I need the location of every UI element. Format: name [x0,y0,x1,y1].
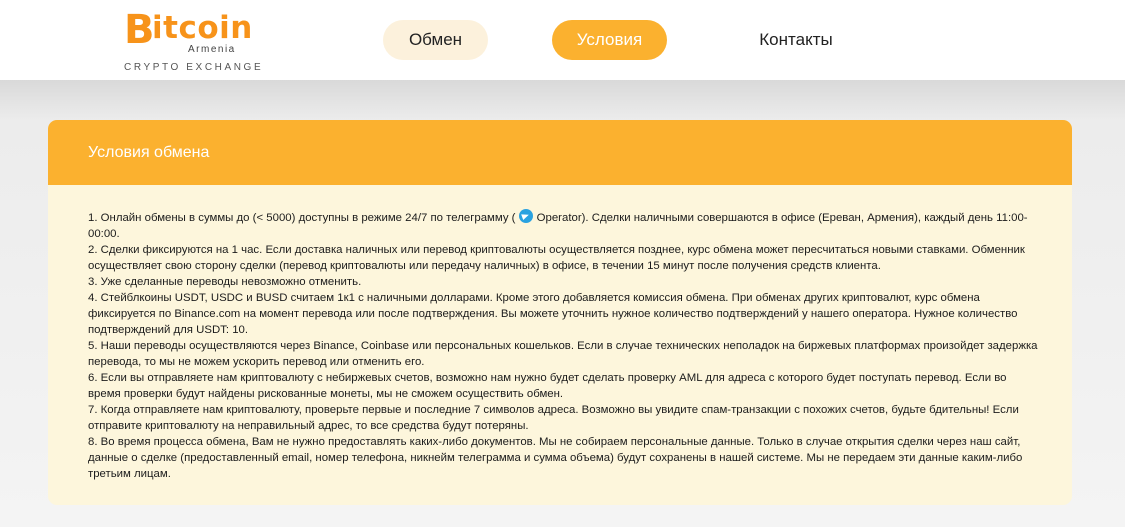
terms-item-7: 7. Когда отправляете нам криптовалюту, п… [88,404,1019,432]
nav-terms-button[interactable]: Условия [552,20,667,60]
terms-item-6: 6. Если вы отправляете нам криптовалюту … [88,372,1007,400]
logo-subtitle: Armenia [188,44,236,55]
terms-card-header: Условия обмена [48,120,1072,185]
terms-card: Условия обмена 1. Онлайн обмены в суммы … [48,120,1072,505]
terms-item-8: 8. Во время процесса обмена, Вам не нужн… [88,436,1023,480]
site-header: B itcoin Armenia CRYPTO EXCHANGE Обмен У… [0,0,1125,80]
logo-word: itcoin [152,10,253,46]
telegram-icon[interactable] [518,209,533,223]
bitcoin-armenia-logo[interactable]: B itcoin Armenia CRYPTO EXCHANGE [122,6,272,76]
terms-item-1: 1. Онлайн обмены в суммы до (< 5000) дос… [88,209,1038,242]
logo-tagline: CRYPTO EXCHANGE [124,62,264,73]
operator-link[interactable]: Operator [537,212,582,224]
terms-body: 1. Онлайн обмены в суммы до (< 5000) дос… [88,209,1038,482]
terms-title: Условия обмена [88,144,210,161]
nav-exchange-button[interactable]: Обмен [383,20,488,60]
terms-item-3: 3. Уже сделанные переводы невозможно отм… [88,276,362,288]
terms-item-2: 2. Сделки фиксируются на 1 час. Если дос… [88,244,1025,272]
terms-item-4: 4. Стейблкоины USDT, USDC и BUSD считаем… [88,292,1018,336]
terms-item-1-text: 1. Онлайн обмены в суммы до (< 5000) дос… [88,212,516,224]
terms-item-5: 5. Наши переводы осуществляются через Bi… [88,340,1038,368]
nav-contacts-link[interactable]: Контакты [740,20,852,60]
